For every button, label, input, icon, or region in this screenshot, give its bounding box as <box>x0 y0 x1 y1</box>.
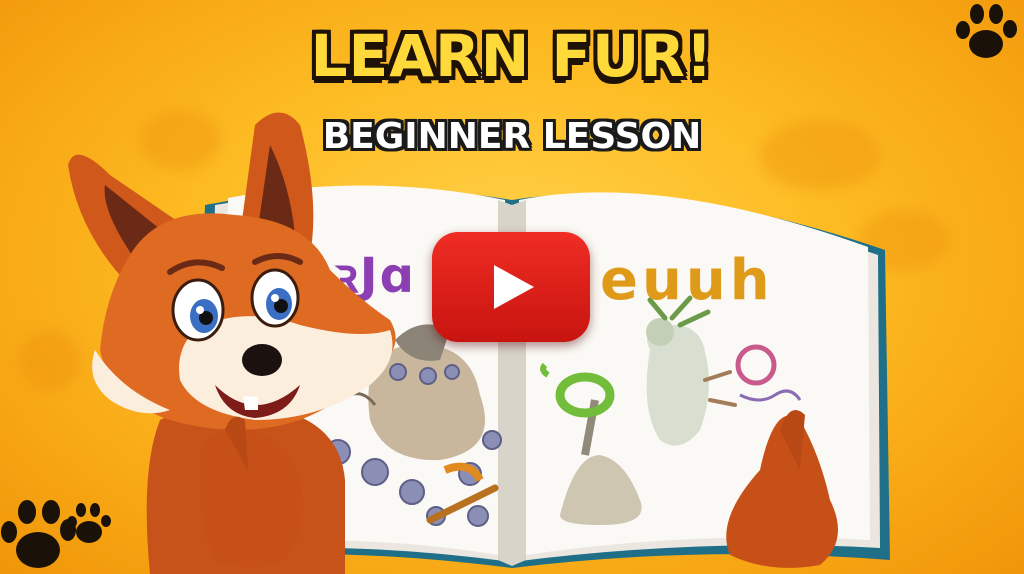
video-thumbnail[interactable]: ꝛJɑ euuh LEARN FUR! BEGINNER LESSON <box>0 0 1024 574</box>
play-button[interactable] <box>432 232 590 342</box>
paw-print-icon <box>67 503 111 543</box>
paw-print-icon <box>956 4 1017 58</box>
video-title-line2: BEGINNER LESSON <box>322 116 702 157</box>
play-icon <box>494 265 534 309</box>
video-title-line1: LEARN FUR! <box>310 22 714 90</box>
